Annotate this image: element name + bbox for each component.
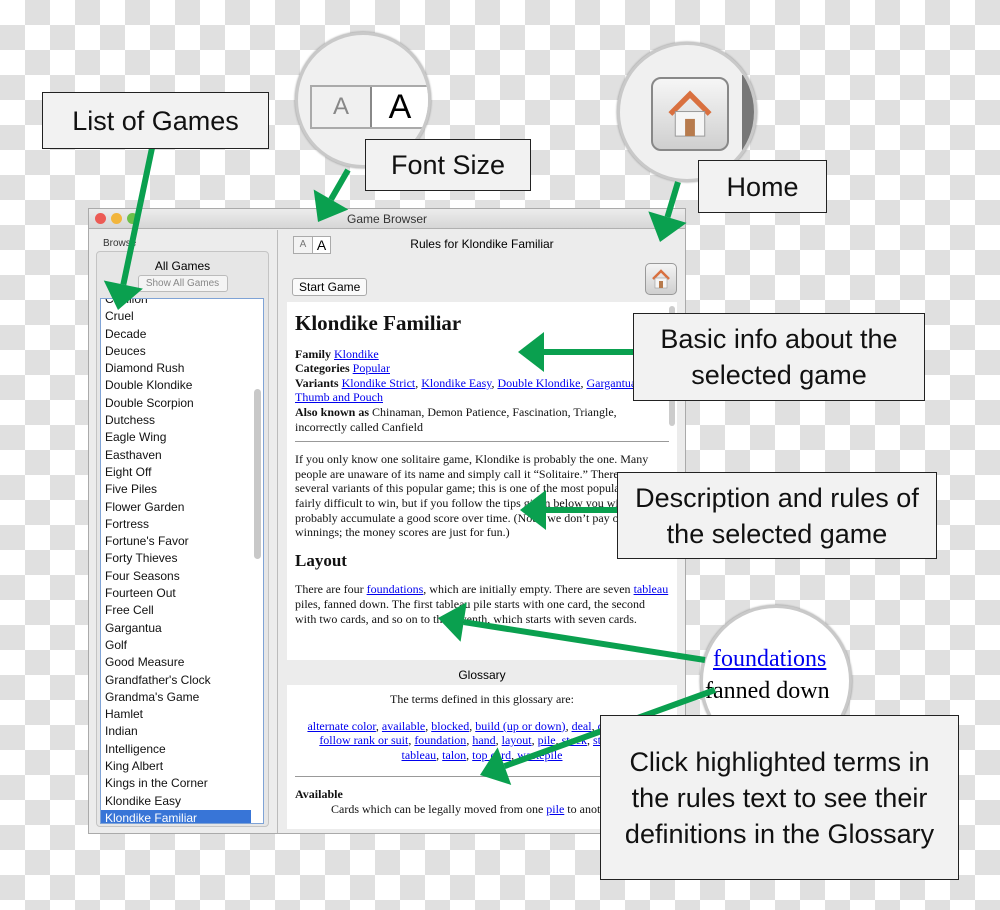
category-link[interactable]: Popular	[353, 361, 390, 375]
game-list-item[interactable]: Kings in the Corner	[101, 775, 251, 792]
variant-link[interactable]: Klondike Easy	[421, 376, 491, 390]
family-link[interactable]: Klondike	[334, 347, 379, 361]
glossary-term-link[interactable]: deal	[572, 719, 592, 733]
game-list-item[interactable]: Flower Garden	[101, 499, 251, 516]
game-list-item[interactable]: King Albert	[101, 758, 251, 775]
browse-label: Browse	[103, 238, 137, 249]
glossary-term-link[interactable]: top card	[472, 748, 511, 762]
game-list-item[interactable]: Klondike Familiar	[101, 809, 251, 823]
variant-link[interactable]: Double Klondike	[497, 376, 580, 390]
game-list-item[interactable]: Deuces	[101, 343, 251, 360]
games-list[interactable]: Cotillion Cruel Decade Deuces Diamond Rush Do…	[100, 298, 264, 824]
foundations-link[interactable]: foundations	[367, 582, 424, 596]
glossary-term-link[interactable]: build (up or down)	[475, 719, 565, 733]
game-list-item[interactable]: Five Piles	[101, 481, 251, 498]
arrow-line	[328, 168, 351, 201]
variants-label: Variants	[295, 375, 339, 390]
game-list-item[interactable]: Double Klondike	[101, 377, 251, 394]
start-game-button[interactable]: Start Game	[292, 278, 368, 296]
game-list-item[interactable]: Decade	[101, 326, 251, 343]
rules-title: Rules for Klondike Familiar	[410, 237, 554, 251]
aka-label: Also known as	[295, 404, 370, 419]
game-list-item[interactable]: Forty Thieves	[101, 550, 251, 567]
game-list-item[interactable]: Eagle Wing	[101, 429, 251, 446]
game-list-item[interactable]: Indian	[101, 723, 251, 740]
game-list-item[interactable]: Fourteen Out	[101, 585, 251, 602]
variant-link[interactable]: Thumb and Pouch	[295, 390, 383, 404]
game-title: Klondike Familiar	[295, 311, 462, 335]
description-text: If you only know one solitaire game, Klo…	[295, 452, 667, 540]
layout-heading: Layout	[295, 550, 347, 570]
sidebar: Browse All Games Show All Games Cotillio…	[89, 230, 278, 833]
game-list-item[interactable]: Fortress	[101, 516, 251, 533]
glossary-term-link[interactable]: follow rank or suit	[319, 733, 408, 747]
glossary-term-link[interactable]: foundation	[414, 733, 466, 747]
layout-text: There are four foundations, which are in…	[295, 582, 669, 626]
callout-home: Home	[698, 160, 827, 213]
game-list-item[interactable]: Intelligence	[101, 741, 251, 758]
callout-basic-info: Basic info about the selected game	[633, 313, 925, 401]
glossary-entry-term: Available	[295, 787, 343, 802]
game-list-item[interactable]: Double Scorpion	[101, 395, 251, 412]
glossary-term-link[interactable]: layout	[502, 733, 532, 747]
callout-font-size: Font Size	[365, 139, 531, 191]
categories-label: Categories	[295, 361, 350, 376]
glossary-term-link[interactable]: hand	[472, 733, 495, 747]
game-list-item[interactable]: Free Cell	[101, 602, 251, 619]
game-list-item[interactable]: Grandma's Game	[101, 689, 251, 706]
show-all-games-button[interactable]: Show All Games	[137, 275, 228, 292]
game-browser-window: Game Browser Browse All Games Show All G…	[88, 208, 686, 834]
title-bar: Game Browser	[89, 209, 685, 229]
glossary-title: Glossary	[458, 668, 506, 682]
glossary-term-link[interactable]: tableau	[402, 748, 437, 762]
game-list-item[interactable]: Grandfather's Clock	[101, 672, 251, 689]
glossary-intro: The terms defined in this glossary are:	[390, 692, 574, 706]
game-list-item[interactable]: Hamlet	[101, 706, 251, 723]
game-list-item[interactable]: Klondike Easy	[101, 793, 251, 810]
game-list-item[interactable]: Golf	[101, 637, 251, 654]
minimize-button[interactable]	[111, 213, 122, 224]
house-icon	[668, 90, 712, 137]
callout-click-terms: Click highlighted terms in the rules tex…	[600, 715, 959, 880]
glossary-term-link[interactable]: available	[382, 719, 425, 733]
window-title: Game Browser	[346, 212, 428, 226]
game-list-item[interactable]: Easthaven	[101, 447, 251, 464]
tableau-link[interactable]: tableau	[634, 582, 669, 596]
game-list-item[interactable]: Dutchess	[101, 412, 251, 429]
glossary-term-link[interactable]: stock	[562, 733, 587, 747]
variant-link[interactable]: Gargantua	[586, 376, 636, 390]
family-label: Family	[295, 346, 331, 361]
close-button[interactable]	[95, 213, 106, 224]
game-list-item[interactable]: Four Seasons	[101, 568, 251, 585]
house-icon	[652, 269, 670, 289]
game-list-item[interactable]: Good Measure	[101, 654, 251, 671]
game-list-item[interactable]: Cotillion	[101, 299, 251, 308]
glossary-term-link[interactable]: alternate color	[307, 719, 375, 733]
zoom-button[interactable]	[127, 213, 138, 224]
glossary-term-link[interactable]: talon	[442, 748, 466, 762]
glossary-term-link[interactable]: wastepile	[517, 748, 562, 762]
divider	[295, 441, 669, 443]
game-list-item[interactable]: Cruel	[101, 308, 251, 325]
game-list-item[interactable]: Fortune's Favor	[101, 533, 251, 550]
home-button[interactable]	[645, 263, 677, 295]
game-list-item[interactable]: Gargantua	[101, 620, 251, 637]
game-list-item[interactable]: Diamond Rush	[101, 360, 251, 377]
pile-link[interactable]: pile	[546, 802, 564, 816]
callout-description: Description and rules of the selected ga…	[617, 472, 937, 559]
glossary-term-link[interactable]: blocked	[431, 719, 469, 733]
group-title: All Games	[154, 259, 211, 273]
variant-link[interactable]: Klondike Strict	[342, 376, 416, 390]
callout-list-of-games: List of Games	[42, 92, 269, 149]
game-list-item[interactable]: Eight Off	[101, 464, 251, 481]
list-scrollbar[interactable]	[254, 389, 261, 559]
glossary-term-link[interactable]: pile	[538, 733, 556, 747]
